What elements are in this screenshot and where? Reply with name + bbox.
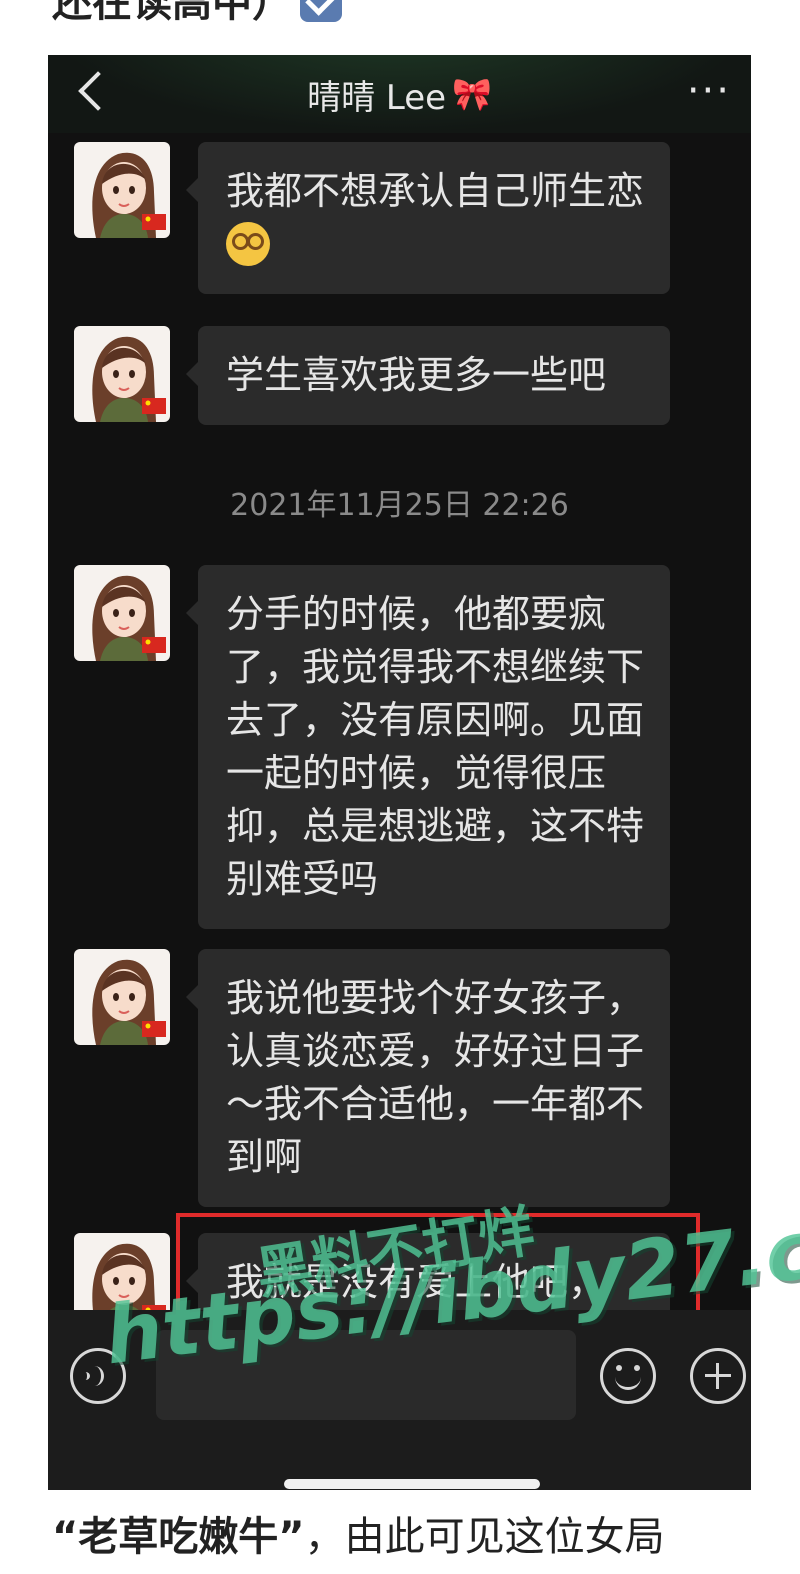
message-input[interactable] bbox=[156, 1330, 576, 1420]
message-timestamp: 2021年11月25日 22:26 bbox=[230, 488, 569, 523]
chat-input-bar bbox=[48, 1310, 751, 1490]
article-top-text: 还在读高中） bbox=[52, 0, 342, 26]
voice-icon[interactable] bbox=[70, 1348, 126, 1404]
check-badge-icon bbox=[300, 0, 342, 22]
article-top-line: 还在读高中） bbox=[52, 0, 292, 26]
message-bubble[interactable]: 我说他要找个好女孩子，认真谈恋爱，好好过日子～我不合适他，一年都不到啊 bbox=[186, 949, 670, 1207]
article-bottom-rest: ，由此可见这位女局 bbox=[304, 1514, 665, 1560]
ribbon-bow-icon: 🎀 bbox=[452, 75, 492, 113]
article-bottom-quote: “老草吃嫩牛” bbox=[52, 1514, 305, 1560]
message-text: 我都不想承认自己师生恋 bbox=[226, 169, 645, 213]
avatar-illustration bbox=[92, 336, 166, 422]
message-bubble[interactable]: 学生喜欢我更多一些吧 bbox=[186, 326, 670, 425]
avatar[interactable] bbox=[74, 949, 170, 1045]
message-bubble[interactable]: 分手的时候，他都要疯了，我觉得我不想继续下去了，没有原因啊。见面一起的时候，觉得… bbox=[186, 565, 670, 929]
chat-title: 晴晴 Lee 🎀 bbox=[307, 70, 492, 119]
chat-screenshot: 晴晴 Lee 🎀 ··· 我都不想承认自己师生恋 学生喜欢我更多一些吧 2021… bbox=[48, 55, 751, 1490]
plus-circle-icon[interactable] bbox=[690, 1348, 746, 1404]
article-bottom-text: “老草吃嫩牛”，由此可见这位女局 bbox=[52, 1504, 665, 1562]
message-text: 学生喜欢我更多一些吧 bbox=[226, 353, 607, 397]
avatar[interactable] bbox=[74, 565, 170, 661]
avatar-illustration bbox=[92, 575, 166, 661]
more-dots-icon[interactable]: ··· bbox=[687, 71, 731, 111]
message-bubble[interactable]: 我都不想承认自己师生恋 bbox=[186, 142, 670, 294]
avatar-illustration bbox=[92, 152, 166, 238]
message-text: 我说他要找个好女孩子，认真谈恋爱，好好过日子～我不合适他，一年都不到啊 bbox=[226, 976, 645, 1179]
chat-title-text: 晴晴 Lee bbox=[307, 77, 447, 118]
emoji-smile-icon[interactable] bbox=[600, 1348, 656, 1404]
dizzy-face-emoji bbox=[226, 221, 270, 266]
avatar-illustration bbox=[92, 959, 166, 1045]
chevron-left-icon[interactable] bbox=[78, 71, 118, 111]
avatar[interactable] bbox=[74, 326, 170, 422]
message-text: 分手的时候，他都要疯了，我觉得我不想继续下去了，没有原因啊。见面一起的时候，觉得… bbox=[226, 592, 645, 901]
home-indicator bbox=[284, 1479, 540, 1489]
avatar[interactable] bbox=[74, 142, 170, 238]
chat-header: 晴晴 Lee 🎀 ··· bbox=[48, 55, 751, 133]
